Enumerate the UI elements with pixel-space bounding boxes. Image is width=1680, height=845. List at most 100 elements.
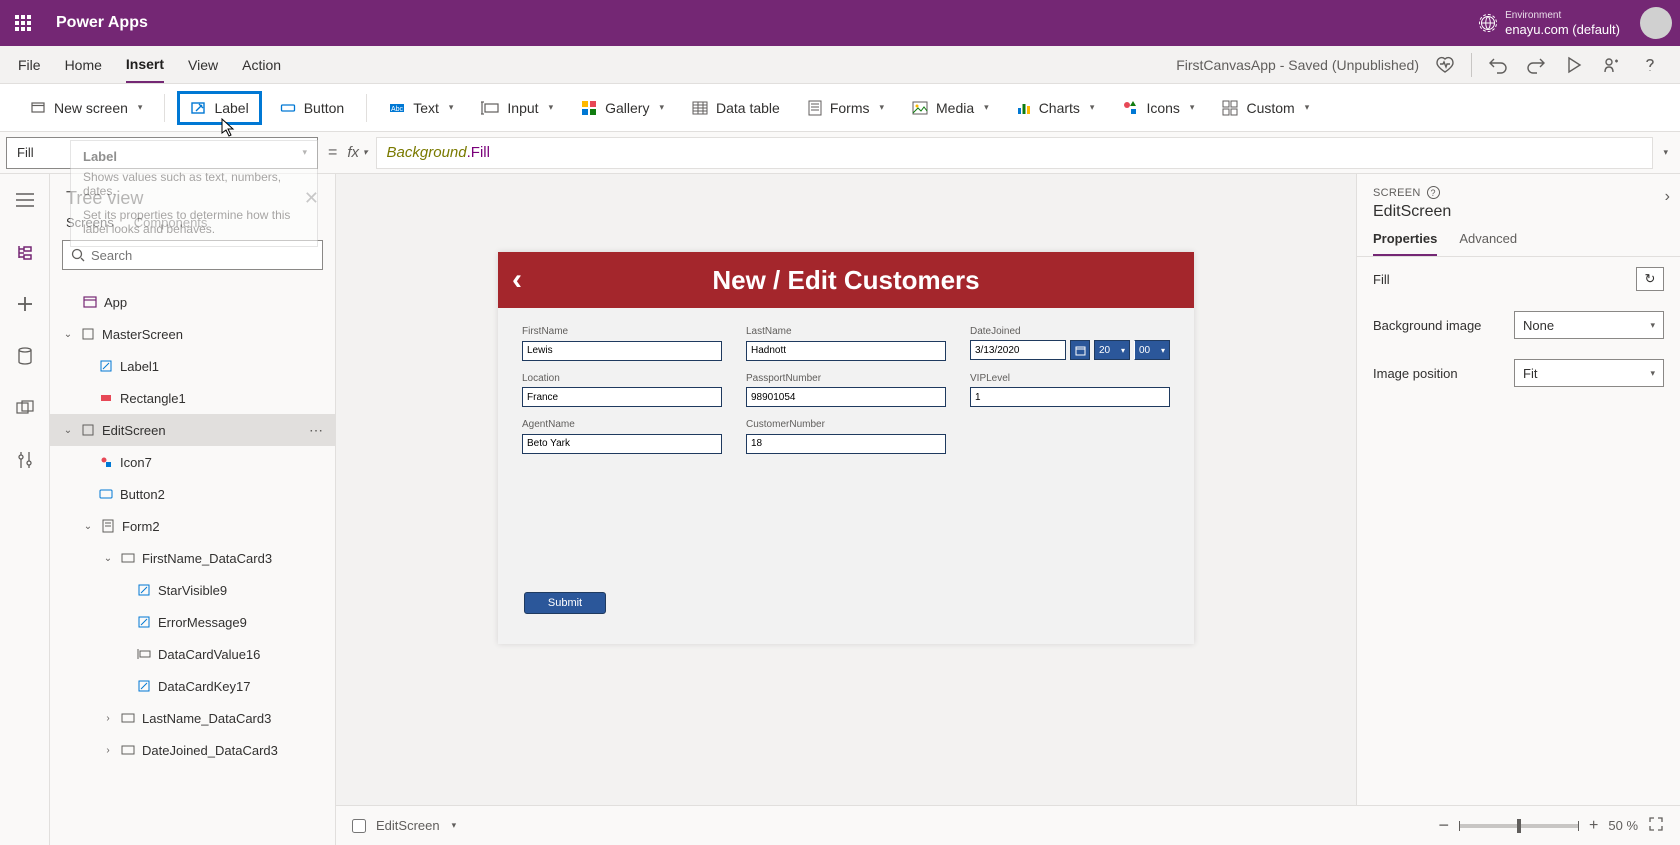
menu-file[interactable]: File bbox=[18, 48, 41, 82]
date-input[interactable]: 3/13/2020 bbox=[970, 340, 1066, 360]
tree-node-firstname-datacard3[interactable]: ⌄FirstName_DataCard3 bbox=[50, 542, 335, 574]
prop-imgpos-label: Image position bbox=[1373, 366, 1458, 381]
app-launcher-icon[interactable] bbox=[8, 8, 38, 38]
breadcrumb-checkbox[interactable] bbox=[352, 819, 366, 833]
tree-view-icon[interactable] bbox=[13, 240, 37, 264]
undo-icon[interactable] bbox=[1486, 53, 1510, 77]
tab-screens[interactable]: Screens bbox=[66, 215, 114, 230]
zoom-out-icon[interactable]: − bbox=[1438, 815, 1449, 836]
redo-icon[interactable] bbox=[1524, 53, 1548, 77]
app-status: FirstCanvasApp - Saved (Unpublished) bbox=[1176, 57, 1419, 73]
tree-node-starvisible9[interactable]: StarVisible9 bbox=[50, 574, 335, 606]
health-icon[interactable] bbox=[1433, 53, 1457, 77]
tools-rail-icon[interactable] bbox=[13, 448, 37, 472]
datejoined-label: DateJoined bbox=[970, 326, 1170, 337]
info-icon[interactable]: ? bbox=[1427, 186, 1440, 199]
properties-panel: › SCREEN? EditScreen Properties Advanced… bbox=[1356, 174, 1680, 805]
environment-picker[interactable]: Environment enayu.com (default) bbox=[1479, 10, 1620, 37]
user-avatar[interactable] bbox=[1640, 7, 1672, 39]
menu-action[interactable]: Action bbox=[242, 48, 281, 82]
data-rail-icon[interactable] bbox=[13, 344, 37, 368]
agent-input[interactable] bbox=[522, 434, 722, 454]
menu-bar: File Home Insert View Action FirstCanvas… bbox=[0, 46, 1680, 84]
location-input[interactable] bbox=[522, 387, 722, 407]
submit-button[interactable]: Submit bbox=[524, 592, 606, 614]
tree-node-datacardkey17[interactable]: DataCardKey17 bbox=[50, 670, 335, 702]
play-icon[interactable] bbox=[1562, 53, 1586, 77]
environment-label: Environment bbox=[1505, 10, 1620, 22]
location-label: Location bbox=[522, 373, 722, 384]
zoom-slider[interactable] bbox=[1459, 824, 1579, 828]
tree-node-form2[interactable]: ⌄Form2 bbox=[50, 510, 335, 542]
more-icon[interactable]: ⋯ bbox=[309, 422, 325, 439]
tree-node-icon7[interactable]: Icon7 bbox=[50, 446, 335, 478]
tab-properties[interactable]: Properties bbox=[1373, 231, 1437, 256]
tree-node-lastname-datacard3[interactable]: ›LastName_DataCard3 bbox=[50, 702, 335, 734]
media-button[interactable]: Media▾ bbox=[902, 94, 999, 122]
datatable-button[interactable]: Data table bbox=[682, 94, 790, 122]
app-name: Power Apps bbox=[56, 14, 148, 32]
search-input[interactable] bbox=[91, 248, 314, 263]
tab-components[interactable]: Components bbox=[134, 215, 208, 230]
expand-formula-icon[interactable]: ▾ bbox=[1663, 147, 1668, 158]
props-section: SCREEN bbox=[1373, 187, 1421, 199]
menu-view[interactable]: View bbox=[188, 48, 218, 82]
back-icon[interactable]: ‹ bbox=[512, 265, 522, 295]
media-rail-icon[interactable] bbox=[13, 396, 37, 420]
lastname-input[interactable] bbox=[746, 341, 946, 361]
svg-text:Abc: Abc bbox=[391, 106, 404, 113]
expand-panel-icon[interactable]: › bbox=[1665, 188, 1670, 206]
tree-node-errormessage9[interactable]: ErrorMessage9 bbox=[50, 606, 335, 638]
customernumber-input[interactable] bbox=[746, 434, 946, 454]
chevron-down-icon[interactable]: ▾ bbox=[452, 820, 457, 831]
bg-dropdown[interactable]: None▾ bbox=[1514, 311, 1664, 339]
property-dropdown[interactable]: Fill ▾ bbox=[6, 137, 318, 169]
menu-insert[interactable]: Insert bbox=[126, 47, 164, 83]
new-screen-button[interactable]: New screen▾ bbox=[20, 94, 152, 122]
help-icon[interactable] bbox=[1638, 53, 1662, 77]
text-button[interactable]: Abc Text▾ bbox=[379, 94, 463, 122]
hour-dropdown[interactable]: 20▾ bbox=[1094, 340, 1130, 360]
charts-button[interactable]: Charts▾ bbox=[1007, 94, 1105, 122]
formula-input[interactable]: Background.Fill bbox=[376, 137, 1654, 169]
left-rail bbox=[0, 174, 50, 845]
close-icon[interactable]: ✕ bbox=[304, 188, 319, 209]
canvas-title: New / Edit Customers bbox=[712, 265, 979, 296]
app-canvas[interactable]: ‹ New / Edit Customers FirstName LastNam… bbox=[498, 252, 1194, 644]
custom-button[interactable]: Custom▾ bbox=[1212, 94, 1319, 122]
forms-button[interactable]: Forms▾ bbox=[798, 94, 894, 122]
tree-node-editscreen[interactable]: ⌄EditScreen⋯ bbox=[50, 414, 335, 446]
icons-button[interactable]: Icons▾ bbox=[1112, 94, 1204, 122]
firstname-input[interactable] bbox=[522, 341, 722, 361]
insert-rail-icon[interactable] bbox=[13, 292, 37, 316]
tab-advanced[interactable]: Advanced bbox=[1459, 231, 1517, 256]
fill-swatch[interactable]: ↻ bbox=[1636, 267, 1664, 291]
tree-node-app[interactable]: App bbox=[50, 286, 335, 318]
passport-input[interactable] bbox=[746, 387, 946, 407]
imgpos-dropdown[interactable]: Fit▾ bbox=[1514, 359, 1664, 387]
canvas-header: ‹ New / Edit Customers bbox=[498, 252, 1194, 308]
share-icon[interactable] bbox=[1600, 53, 1624, 77]
tree-node-rectangle1[interactable]: Rectangle1 bbox=[50, 382, 335, 414]
input-button[interactable]: Input▾ bbox=[471, 94, 563, 122]
label-button[interactable]: Label bbox=[177, 91, 261, 125]
tree-search[interactable] bbox=[62, 240, 323, 270]
tree-node-datacardvalue16[interactable]: DataCardValue16 bbox=[50, 638, 335, 670]
vip-label: VIPLevel bbox=[970, 373, 1170, 384]
gallery-button[interactable]: Gallery▾ bbox=[571, 94, 674, 122]
prop-bg-label: Background image bbox=[1373, 318, 1481, 333]
fit-to-screen-icon[interactable] bbox=[1648, 816, 1664, 835]
minute-dropdown[interactable]: 00▾ bbox=[1134, 340, 1170, 360]
zoom-in-icon[interactable]: + bbox=[1589, 817, 1598, 835]
calendar-icon[interactable] bbox=[1070, 340, 1090, 360]
tree-node-label1[interactable]: Label1 bbox=[50, 350, 335, 382]
hamburger-icon[interactable] bbox=[13, 188, 37, 212]
button-button[interactable]: Button bbox=[270, 94, 354, 122]
menu-home[interactable]: Home bbox=[65, 48, 102, 82]
tree-node-button2[interactable]: Button2 bbox=[50, 478, 335, 510]
tree-node-masterscreen[interactable]: ⌄MasterScreen bbox=[50, 318, 335, 350]
tree-node-datejoined-datacard3[interactable]: ›DateJoined_DataCard3 bbox=[50, 734, 335, 766]
vip-input[interactable] bbox=[970, 387, 1170, 407]
breadcrumb[interactable]: EditScreen bbox=[376, 818, 440, 833]
fx-icon[interactable]: fx▾ bbox=[347, 144, 367, 161]
